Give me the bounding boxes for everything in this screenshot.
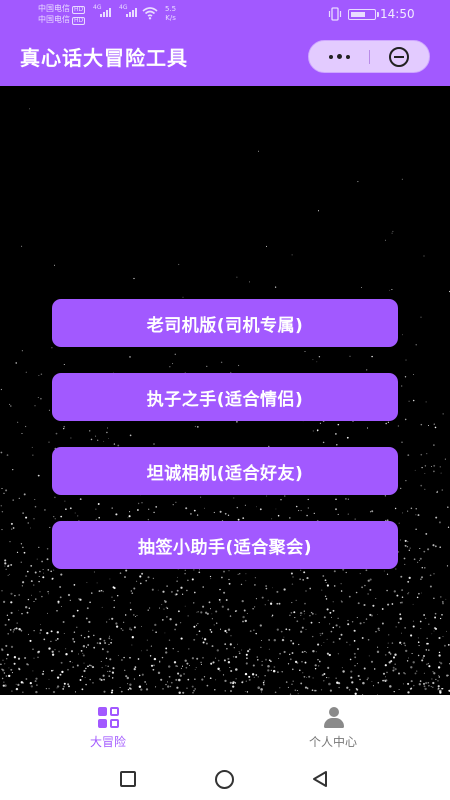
network-speed: 5.5 K/s xyxy=(165,5,177,22)
more-dot-icon xyxy=(328,54,333,59)
close-mini-program-button[interactable] xyxy=(389,47,409,67)
status-bar: 中国电信 HD 中国电信 HD 4G 4G 5.5 K/s 14:50 xyxy=(0,0,450,30)
recent-apps-button[interactable] xyxy=(120,771,136,787)
mini-program-capsule xyxy=(308,40,430,73)
wifi-icon xyxy=(142,7,158,20)
system-nav-bar xyxy=(0,755,450,800)
battery-icon xyxy=(348,9,379,20)
tab-label: 个人中心 xyxy=(308,735,357,749)
main-content: 老司机版(司机专属) 执子之手(适合情侣) 坦诚相机(适合好友) 抽签小助手(适… xyxy=(0,86,450,695)
more-dot-icon xyxy=(345,54,350,59)
bottom-tab-bar: 大冒险 个人中心 xyxy=(0,695,450,755)
home-button[interactable] xyxy=(215,770,234,789)
tab-adventure[interactable]: 大冒险 xyxy=(48,695,168,755)
tab-label: 大冒险 xyxy=(89,735,126,749)
vibrate-icon xyxy=(328,7,342,21)
back-button[interactable] xyxy=(311,770,329,788)
capsule-divider xyxy=(369,50,370,64)
more-options-button[interactable] xyxy=(309,41,369,72)
signal-icon-1: 4G xyxy=(93,5,111,17)
more-dot-icon xyxy=(336,54,342,59)
top-bar: 中国电信 HD 中国电信 HD 4G 4G 5.5 K/s 14:50 真心话大… xyxy=(0,0,450,86)
signal-icon-2: 4G xyxy=(119,5,137,17)
carrier-label-1: 中国电信 HD xyxy=(38,4,86,14)
mode-button-driver[interactable]: 老司机版(司机专属) xyxy=(52,299,398,347)
person-icon xyxy=(323,707,345,729)
mode-button-party[interactable]: 抽签小助手(适合聚会) xyxy=(52,521,398,569)
status-time: 14:50 xyxy=(380,7,415,21)
mode-button-friends[interactable]: 坦诚相机(适合好友) xyxy=(52,447,398,495)
carrier-label-2: 中国电信 HD xyxy=(38,15,86,25)
page-title: 真心话大冒险工具 xyxy=(20,46,188,70)
tab-profile[interactable]: 个人中心 xyxy=(273,695,393,755)
grid-icon xyxy=(98,707,120,729)
mode-button-couple[interactable]: 执子之手(适合情侣) xyxy=(52,373,398,421)
